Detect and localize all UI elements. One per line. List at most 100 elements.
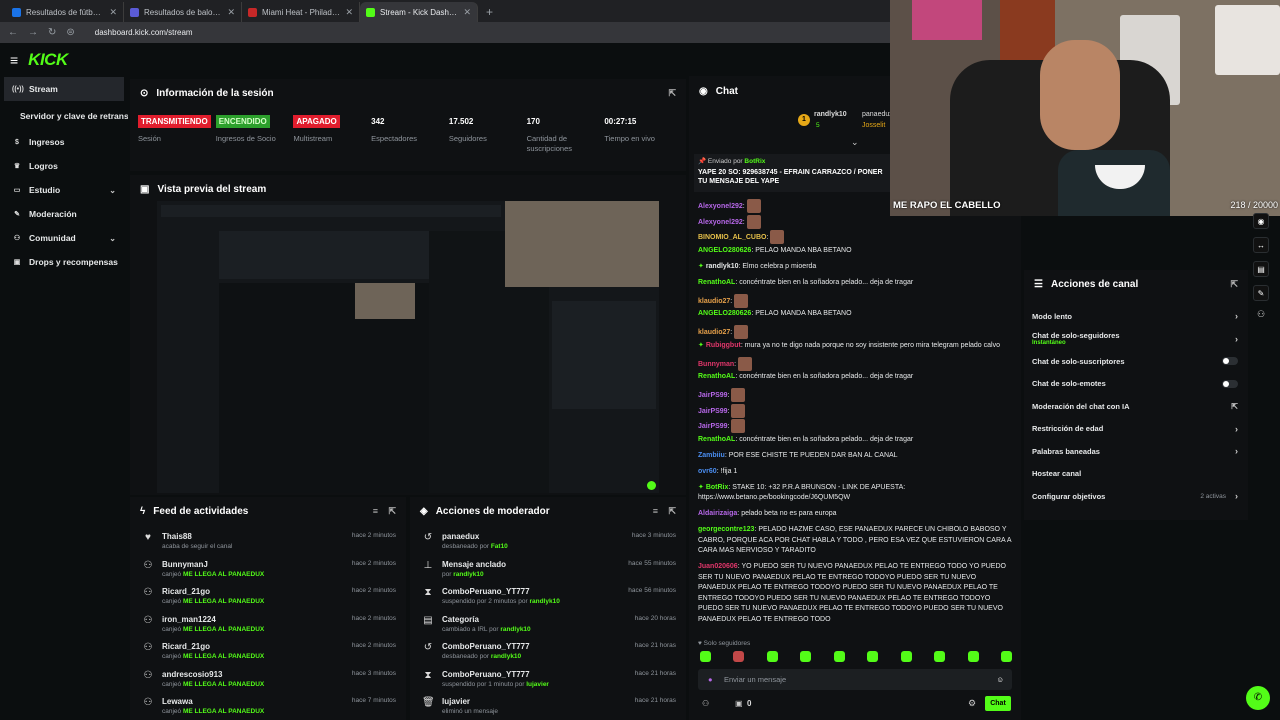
chat-username[interactable]: ovr60 (698, 468, 717, 475)
emote-icon[interactable] (900, 651, 912, 662)
chat-username[interactable]: Aldairizaiga (698, 510, 737, 517)
mod-target[interactable]: Categoría (442, 615, 531, 624)
chat-username[interactable]: JairPS99 (698, 392, 728, 399)
link-icon[interactable]: ↔ (1253, 237, 1269, 253)
channel-action-row[interactable]: Chat de solo-emotes (1024, 373, 1248, 396)
chat-bubble-icon[interactable]: ◉ (1253, 213, 1269, 229)
popout-icon[interactable]: ⇱ (388, 506, 396, 517)
filter-icon[interactable]: ≡ (373, 506, 378, 516)
chat-username[interactable]: JairPS99 (698, 423, 728, 430)
channel-action-row[interactable]: Moderación del chat con IA ⇱ (1024, 395, 1248, 418)
emote-picker-icon[interactable]: ● (708, 675, 713, 684)
forward-icon[interactable]: → (28, 27, 38, 38)
users-icon[interactable]: ⚇ (1253, 309, 1269, 323)
sidebar-item[interactable]: ♛ Logros (0, 154, 128, 178)
users-icon[interactable]: ⚇ (702, 699, 709, 708)
new-tab-icon[interactable]: + (478, 5, 501, 22)
chat-username[interactable]: RenathoAL (698, 436, 735, 443)
popout-icon[interactable]: ⇱ (668, 88, 676, 99)
emote-icon[interactable] (800, 651, 812, 662)
toggle-switch[interactable] (1222, 379, 1238, 388)
mod-target[interactable]: lujavier (442, 697, 498, 706)
sidebar-item[interactable]: ✎ Moderación (0, 202, 128, 226)
chat-username[interactable]: ANGELO280626 (698, 310, 751, 317)
sidebar-item[interactable]: Servidor y clave de retransmisión (0, 102, 128, 130)
feed-user[interactable]: Lewawa (162, 697, 264, 706)
gift-icon[interactable]: ▣ (735, 699, 743, 708)
chat-username[interactable]: Bunnyman (698, 360, 734, 367)
feed-user[interactable]: Ricard_21go (162, 642, 264, 651)
chat-username[interactable]: RenathoAL (698, 373, 735, 380)
channel-action-row[interactable]: Configurar objetivos › 2 activas (1024, 485, 1248, 508)
channel-action-row[interactable]: Chat de solo-seguidores Instantáneo › (1024, 328, 1248, 351)
emote-icon[interactable] (934, 651, 946, 662)
chat-username[interactable]: Zambiiu (698, 452, 725, 459)
sidebar-item[interactable]: ▣ Drops y recompensas (0, 250, 128, 274)
chat-username[interactable]: Juan020606 (698, 563, 738, 570)
help-chat-icon[interactable]: ✆ (1246, 686, 1270, 710)
feed-user[interactable]: Thais88 (162, 532, 232, 541)
close-icon[interactable]: ✕ (463, 7, 471, 18)
clipboard-icon[interactable]: ▤ (1253, 261, 1269, 277)
browser-tab[interactable]: Resultados de baloncesto en directo ✕ (124, 2, 242, 22)
chat-username[interactable]: Alexyonel292 (698, 203, 743, 210)
emote-icon[interactable] (700, 651, 711, 662)
gear-icon[interactable]: ⚙ (968, 698, 976, 709)
chat-username[interactable]: BotRix (706, 484, 729, 491)
channel-action-row[interactable]: Hostear canal (1024, 463, 1248, 486)
close-icon[interactable]: ✕ (227, 7, 235, 18)
emote-icon[interactable] (766, 651, 778, 662)
channel-action-row[interactable]: Palabras baneadas › (1024, 440, 1248, 463)
sidebar-item[interactable]: ((•)) Stream (4, 77, 124, 101)
mod-target[interactable]: ComboPeruano_YT777 (442, 587, 560, 596)
close-icon[interactable]: ✕ (109, 7, 117, 18)
chat-username[interactable]: JairPS99 (698, 407, 728, 414)
chevron-down-icon[interactable]: ⌄ (851, 137, 859, 148)
channel-action-row[interactable]: Chat de solo-suscriptores (1024, 350, 1248, 373)
toggle-switch[interactable] (1222, 357, 1238, 366)
reload-icon[interactable]: ↻ (48, 27, 56, 38)
channel-action-row[interactable]: Restricción de edad › (1024, 418, 1248, 441)
chat-username[interactable]: randlyk10 (706, 263, 739, 270)
mod-target[interactable]: panaedux (442, 532, 508, 541)
emote-icon[interactable] (1000, 651, 1012, 662)
browser-tab[interactable]: Miami Heat - Philadelphia 76ers ✕ (242, 2, 360, 22)
chat-input[interactable]: ● Enviar un mensaje ☺ (698, 669, 1012, 690)
mod-target[interactable]: ComboPeruano_YT777 (442, 670, 549, 679)
channel-action-row[interactable]: Modo lento › (1024, 305, 1248, 328)
feed-user[interactable]: andrescosio913 (162, 670, 264, 679)
emote-icon[interactable] (967, 651, 979, 662)
emote-icon[interactable] (733, 651, 745, 662)
chat-username[interactable]: Rubiggbut (706, 342, 741, 349)
browser-tab[interactable]: Stream - Kick Dashboard ✕ (360, 2, 478, 22)
mod-target[interactable]: ComboPeruano_YT777 (442, 642, 530, 651)
chat-username[interactable]: klaudio27 (698, 297, 730, 304)
sidebar-item[interactable]: ⚇ Comunidad ⌄ (0, 226, 128, 250)
url-text[interactable]: dashboard.kick.com/stream (95, 28, 193, 37)
feed-user[interactable]: Ricard_21go (162, 587, 264, 596)
browser-tab[interactable]: Resultados de fútbol en vivo, hoy ✕ (6, 2, 124, 22)
stream-preview-video[interactable] (157, 201, 659, 493)
chat-username[interactable]: georgecontre123 (698, 526, 754, 533)
chat-username[interactable]: Alexyonel292 (698, 218, 743, 225)
emote-icon[interactable] (867, 651, 879, 662)
chat-username[interactable]: klaudio27 (698, 329, 730, 336)
chat-username[interactable]: RenathoAL (698, 279, 735, 286)
sidebar-item[interactable]: ▭ Estudio ⌄ (0, 178, 128, 202)
feed-user[interactable]: BunnymanJ (162, 560, 264, 569)
pinned-message[interactable]: 📌 Enviado por BotRix YAPE 20 SO: 9296387… (694, 154, 896, 192)
wrench-icon[interactable]: ✎ (1253, 285, 1269, 301)
back-icon[interactable]: ← (8, 27, 18, 38)
chat-username[interactable]: ANGELO280626 (698, 247, 751, 254)
send-chat-button[interactable]: Chat (985, 696, 1011, 711)
popout-icon[interactable]: ⇱ (668, 506, 676, 517)
popout-icon[interactable]: ⇱ (1230, 279, 1238, 290)
site-info-icon[interactable]: ⊜ (66, 27, 74, 38)
kick-logo[interactable]: KICK (28, 50, 68, 70)
smile-icon[interactable]: ☺ (996, 675, 1004, 684)
menu-icon[interactable]: ≡ (10, 52, 18, 68)
chat-username[interactable]: BINOMIO_AL_CUBO (698, 234, 766, 241)
emote-icon[interactable] (833, 651, 845, 662)
feed-user[interactable]: iron_man1224 (162, 615, 264, 624)
sidebar-item[interactable]: $ Ingresos (0, 130, 128, 154)
